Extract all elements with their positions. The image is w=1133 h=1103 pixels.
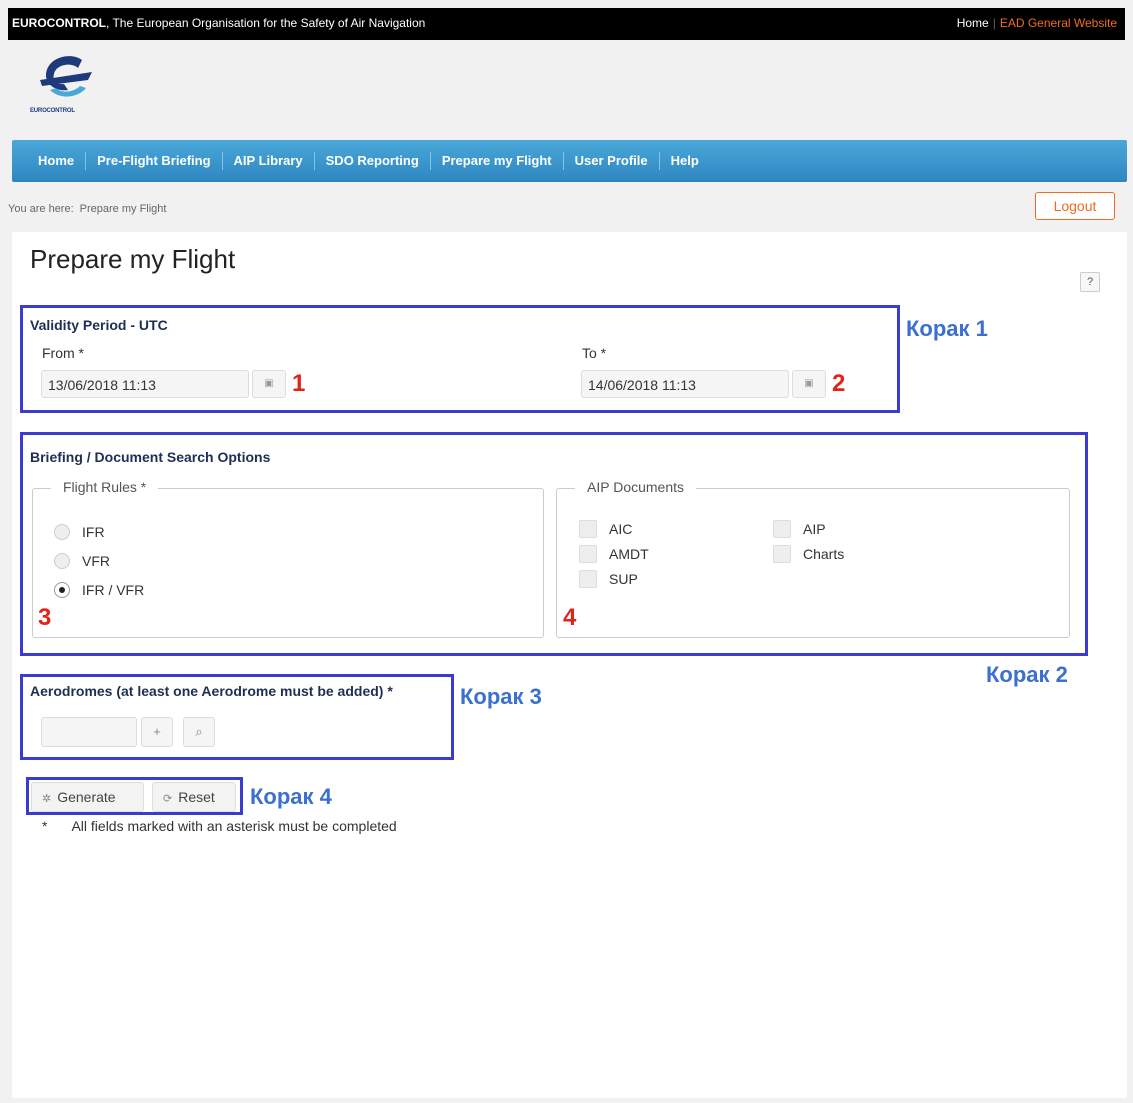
required-fields-note: * All fields marked with an asterisk must…: [42, 818, 397, 834]
logo-text: EUROCONTROL: [30, 108, 75, 114]
nav-prepare-my-flight[interactable]: Prepare my Flight: [429, 152, 563, 170]
org-tagline: EUROCONTROL, The European Organisation f…: [12, 16, 425, 30]
nav-home[interactable]: Home: [30, 152, 85, 170]
top-separator: |: [992, 16, 996, 30]
annotation-number-2: 2: [832, 370, 846, 397]
page-title: Prepare my Flight: [30, 244, 236, 274]
nav-aip-library[interactable]: AIP Library: [221, 152, 314, 170]
annotation-step-4: Корак 4: [250, 784, 332, 809]
main-nav: Home Pre-Flight Briefing AIP Library SDO…: [12, 140, 1127, 182]
note-asterisk: *: [42, 818, 48, 834]
breadcrumb: You are here: Prepare my Flight: [8, 203, 166, 215]
annotation-box-step-3: [20, 674, 454, 760]
nav-user-profile[interactable]: User Profile: [562, 152, 659, 170]
top-links: Home | EAD General Website: [957, 16, 1117, 30]
breadcrumb-current: Prepare my Flight: [79, 203, 167, 215]
nav-help[interactable]: Help: [658, 152, 710, 170]
annotation-box-step-4: [26, 777, 243, 815]
eurocontrol-logo-icon: [40, 56, 92, 97]
logout-button[interactable]: Logout: [1035, 192, 1115, 220]
nav-pre-flight-briefing[interactable]: Pre-Flight Briefing: [85, 152, 221, 170]
annotation-number-3: 3: [38, 604, 52, 631]
help-button[interactable]: ?: [1080, 272, 1100, 292]
breadcrumb-prefix: You are here:: [8, 203, 74, 215]
annotation-box-step-2: [20, 432, 1088, 656]
annotation-number-4: 4: [563, 604, 577, 631]
annotation-step-1: Корак 1: [906, 316, 988, 341]
breadcrumb-bar: You are here: Prepare my Flight Logout: [8, 184, 1127, 230]
top-home-link[interactable]: Home: [957, 16, 989, 30]
top-bar: EUROCONTROL, The European Organisation f…: [8, 8, 1125, 40]
eurocontrol-logo[interactable]: EUROCONTROL: [30, 54, 100, 120]
annotation-step-3: Корак 3: [460, 684, 542, 709]
note-text: All fields marked with an asterisk must …: [71, 818, 397, 834]
ead-website-link[interactable]: EAD General Website: [1000, 16, 1117, 30]
tagline-text: , The European Organisation for the Safe…: [106, 16, 426, 30]
nav-sdo-reporting[interactable]: SDO Reporting: [313, 152, 430, 170]
brand-name: EUROCONTROL: [12, 16, 106, 30]
annotation-number-1: 1: [292, 370, 306, 397]
annotation-box-step-1: [20, 305, 900, 413]
annotation-step-2: Корак 2: [986, 662, 1068, 687]
